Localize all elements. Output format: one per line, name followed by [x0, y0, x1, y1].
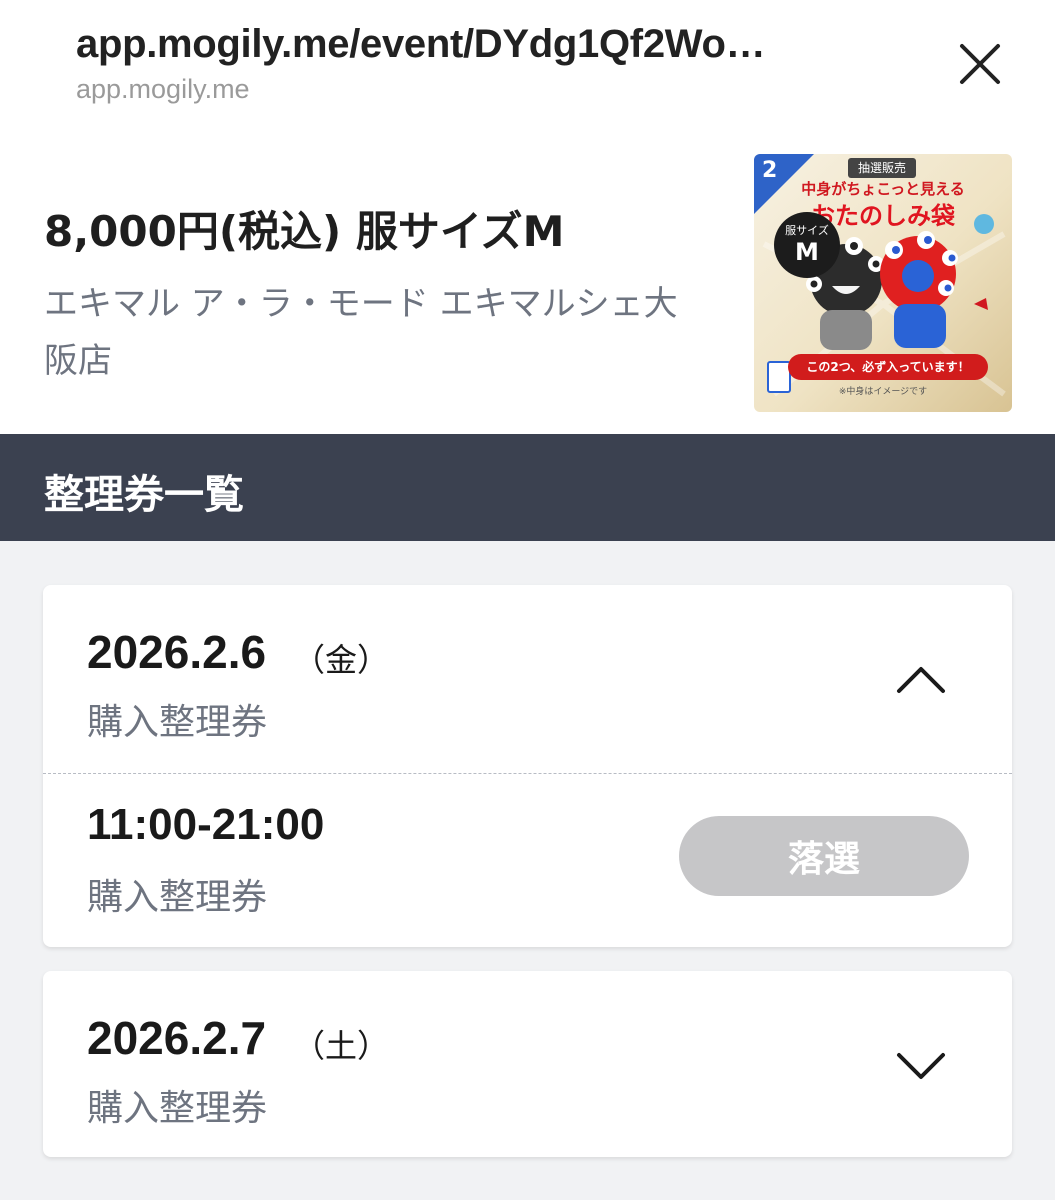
day-label: 購入整理券 [87, 702, 268, 743]
day-card: 2026.2.7 （土） 購入整理券 [43, 971, 1012, 1157]
chevron-up-icon[interactable] [893, 659, 949, 699]
product-title: 8,000円(税込) 服サイズM [44, 207, 565, 256]
slot-time: 11:00-21:00 [87, 800, 325, 849]
store-name: エキマル ア・ラ・モード エキマルシェ大阪店 [44, 284, 678, 381]
slot-label: 購入整理券 [87, 877, 268, 918]
size-badge: 服サイズ M [774, 212, 840, 278]
day-label: 購入整理券 [87, 1088, 268, 1129]
size-badge-value: M [795, 238, 819, 266]
product-thumbnail: 2 抽選販売 中身がちょこっと見える おたのしみ袋 服サイズ M この2つ、必ず… [754, 154, 1012, 412]
thumb-note: ※中身はイメージです [838, 387, 928, 397]
lottery-badge: 抽選販売 [848, 158, 917, 178]
size-badge-label: 服サイズ [785, 224, 829, 237]
day-toggle[interactable]: 2026.2.7 （土） 購入整理券 [43, 971, 1012, 1159]
day-toggle[interactable]: 2026.2.6 （金） 購入整理券 [43, 585, 1012, 773]
chevron-down-icon[interactable] [893, 1045, 949, 1085]
day-weekday: （金） [293, 641, 390, 679]
lottery-result-button[interactable]: 落選 [679, 816, 969, 896]
day-card: 2026.2.6 （金） 購入整理券 11:00-21:00 購入整理券 落選 [43, 585, 1012, 947]
thumb-footer-banner: この2つ、必ず入っています！ [788, 354, 988, 380]
product-summary: 8,000円(税込) 服サイズM エキマル ア・ラ・モード エキマルシェ大阪店 [0, 130, 1055, 434]
close-button[interactable] [950, 34, 1010, 94]
ticket-list: 2026.2.6 （金） 購入整理券 11:00-21:00 購入整理券 落選 … [0, 541, 1055, 1200]
day-date: 2026.2.6 [87, 626, 267, 678]
day-weekday: （土） [293, 1027, 390, 1065]
close-icon [960, 44, 1000, 84]
section-title: 整理券一覧 [44, 472, 244, 518]
page-url: app.mogily.me/event/DYdg1Qf2Wo… [76, 22, 766, 66]
browser-bar: app.mogily.me/event/DYdg1Qf2Wo… app.mogi… [0, 0, 1055, 130]
page-host: app.mogily.me [76, 74, 250, 104]
time-slot-row: 11:00-21:00 購入整理券 落選 [43, 774, 1012, 947]
day-date: 2026.2.7 [87, 1012, 267, 1064]
section-header: 整理券一覧 [0, 434, 1055, 541]
